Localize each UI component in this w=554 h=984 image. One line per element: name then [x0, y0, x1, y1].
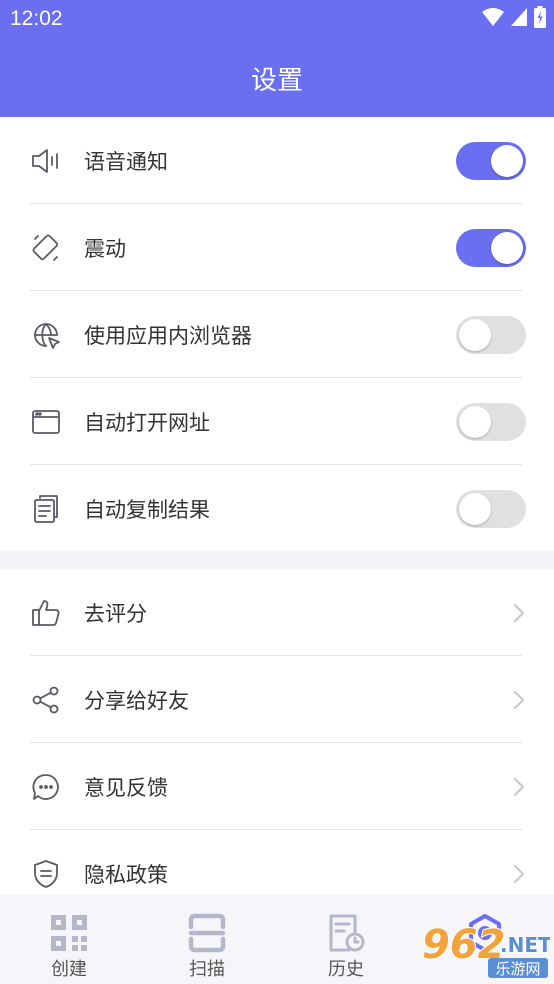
nav-label: 扫描: [189, 959, 225, 980]
status-icons: [482, 6, 546, 28]
setting-label: 去评分: [84, 601, 147, 626]
setting-rate-app[interactable]: 去评分: [0, 569, 554, 656]
setting-label: 自动打开网址: [84, 410, 210, 435]
link-settings-section: 去评分 分享给好友 意见反馈 隐私政策: [0, 569, 554, 895]
speaker-icon: [30, 145, 62, 177]
nav-create[interactable]: 创建: [14, 895, 124, 984]
toggle-settings-section: 语音通知 震动 使用应用内浏览器 自动打开网址 自动复制结果: [0, 117, 554, 551]
status-time: 12:02: [10, 7, 63, 30]
watermark-logo: 962 .NET 乐游网: [420, 914, 553, 980]
watermark-suffix: .NET: [500, 933, 550, 957]
nav-label: 历史: [328, 959, 364, 980]
nav-scan[interactable]: 扫描: [152, 895, 262, 984]
thumbs-up-icon: [30, 597, 62, 629]
copy-document-icon: [30, 493, 62, 525]
setting-label: 意见反馈: [84, 775, 168, 800]
cellular-signal-icon: [511, 8, 527, 26]
auto-open-url-toggle[interactable]: [456, 402, 526, 441]
setting-label: 语音通知: [84, 149, 168, 174]
auto-copy-result-toggle[interactable]: [456, 489, 526, 528]
setting-auto-open-url[interactable]: 自动打开网址: [0, 378, 554, 465]
toggle-knob: [491, 144, 523, 177]
setting-label: 使用应用内浏览器: [84, 323, 252, 348]
nav-label: 创建: [51, 959, 87, 980]
setting-in-app-browser[interactable]: 使用应用内浏览器: [0, 291, 554, 378]
setting-vibrate[interactable]: 震动: [0, 204, 554, 291]
setting-label: 隐私政策: [84, 862, 168, 887]
toggle-knob: [459, 405, 491, 438]
section-gap: [0, 551, 554, 569]
setting-auto-copy-result[interactable]: 自动复制结果: [0, 465, 554, 552]
toggle-knob: [459, 318, 491, 351]
chevron-right-icon: [514, 690, 524, 709]
scan-icon: [188, 913, 226, 953]
toggle-knob: [459, 492, 491, 525]
history-icon: [329, 914, 365, 952]
vibrate-icon: [30, 232, 62, 264]
browser-window-icon: [30, 406, 62, 438]
watermark-caption: 乐游网: [495, 960, 540, 978]
wifi-icon: [482, 8, 504, 26]
setting-label: 震动: [84, 236, 126, 261]
chat-bubble-icon: [30, 771, 62, 803]
vibrate-toggle[interactable]: [456, 228, 526, 267]
shield-icon: [30, 858, 62, 890]
battery-icon: [534, 6, 546, 28]
app-header: 12:02 设置: [0, 0, 554, 117]
share-icon: [30, 684, 62, 716]
qr-code-icon: [51, 915, 87, 951]
chevron-right-icon: [514, 777, 524, 796]
page-title: 设置: [250, 66, 303, 96]
setting-share[interactable]: 分享给好友: [0, 656, 554, 743]
globe-cursor-icon: [30, 319, 62, 351]
toggle-knob: [491, 231, 523, 264]
chevron-right-icon: [514, 603, 524, 622]
chevron-right-icon: [514, 864, 524, 883]
voice-notification-toggle[interactable]: [456, 141, 526, 180]
setting-label: 分享给好友: [84, 688, 189, 713]
setting-label: 自动复制结果: [84, 497, 210, 522]
setting-privacy-policy[interactable]: 隐私政策: [0, 830, 554, 895]
nav-history[interactable]: 历史: [291, 895, 401, 984]
in-app-browser-toggle[interactable]: [456, 315, 526, 354]
setting-feedback[interactable]: 意见反馈: [0, 743, 554, 830]
setting-voice-notification[interactable]: 语音通知: [0, 117, 554, 204]
